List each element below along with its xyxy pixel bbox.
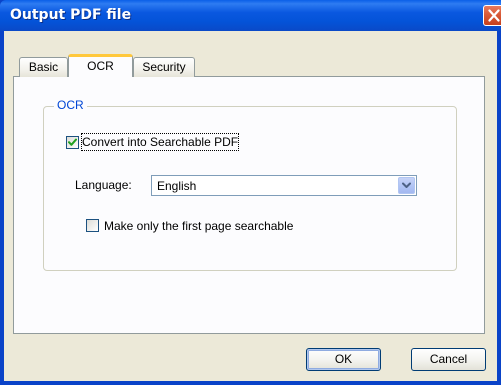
tab-security[interactable]: Security — [133, 57, 195, 77]
checkmark-icon — [68, 138, 77, 146]
ok-button[interactable]: OK — [306, 348, 381, 371]
close-button[interactable] — [483, 5, 501, 26]
first-page-only-checkbox[interactable] — [86, 219, 99, 232]
ok-button-label: OK — [334, 352, 353, 366]
language-label: Language: — [75, 178, 132, 192]
chevron-down-icon — [402, 182, 411, 188]
language-select[interactable]: English — [151, 175, 417, 196]
ocr-group-legend: OCR — [54, 97, 87, 113]
close-icon — [488, 9, 500, 22]
tab-basic-label: Basic — [28, 60, 59, 74]
window-bottom-border — [0, 381, 501, 385]
cancel-button[interactable]: Cancel — [411, 348, 486, 371]
language-dropdown-button[interactable] — [398, 177, 415, 194]
language-select-value: English — [157, 179, 197, 193]
cancel-button-label: Cancel — [429, 352, 468, 366]
tab-basic[interactable]: Basic — [19, 57, 68, 77]
convert-searchable-label[interactable]: Convert into Searchable PDF — [80, 133, 240, 151]
window-title: Output PDF file — [10, 7, 132, 23]
first-page-only-label[interactable]: Make only the first page searchable — [104, 218, 293, 234]
tab-ocr[interactable]: OCR — [68, 54, 133, 77]
tab-security-label: Security — [142, 60, 186, 74]
dialog-window: Output PDF file Basic OCR Security OCR C… — [0, 0, 501, 385]
tab-ocr-label: OCR — [87, 59, 114, 73]
title-bar[interactable]: Output PDF file — [0, 0, 501, 31]
convert-searchable-checkbox[interactable] — [66, 136, 79, 149]
